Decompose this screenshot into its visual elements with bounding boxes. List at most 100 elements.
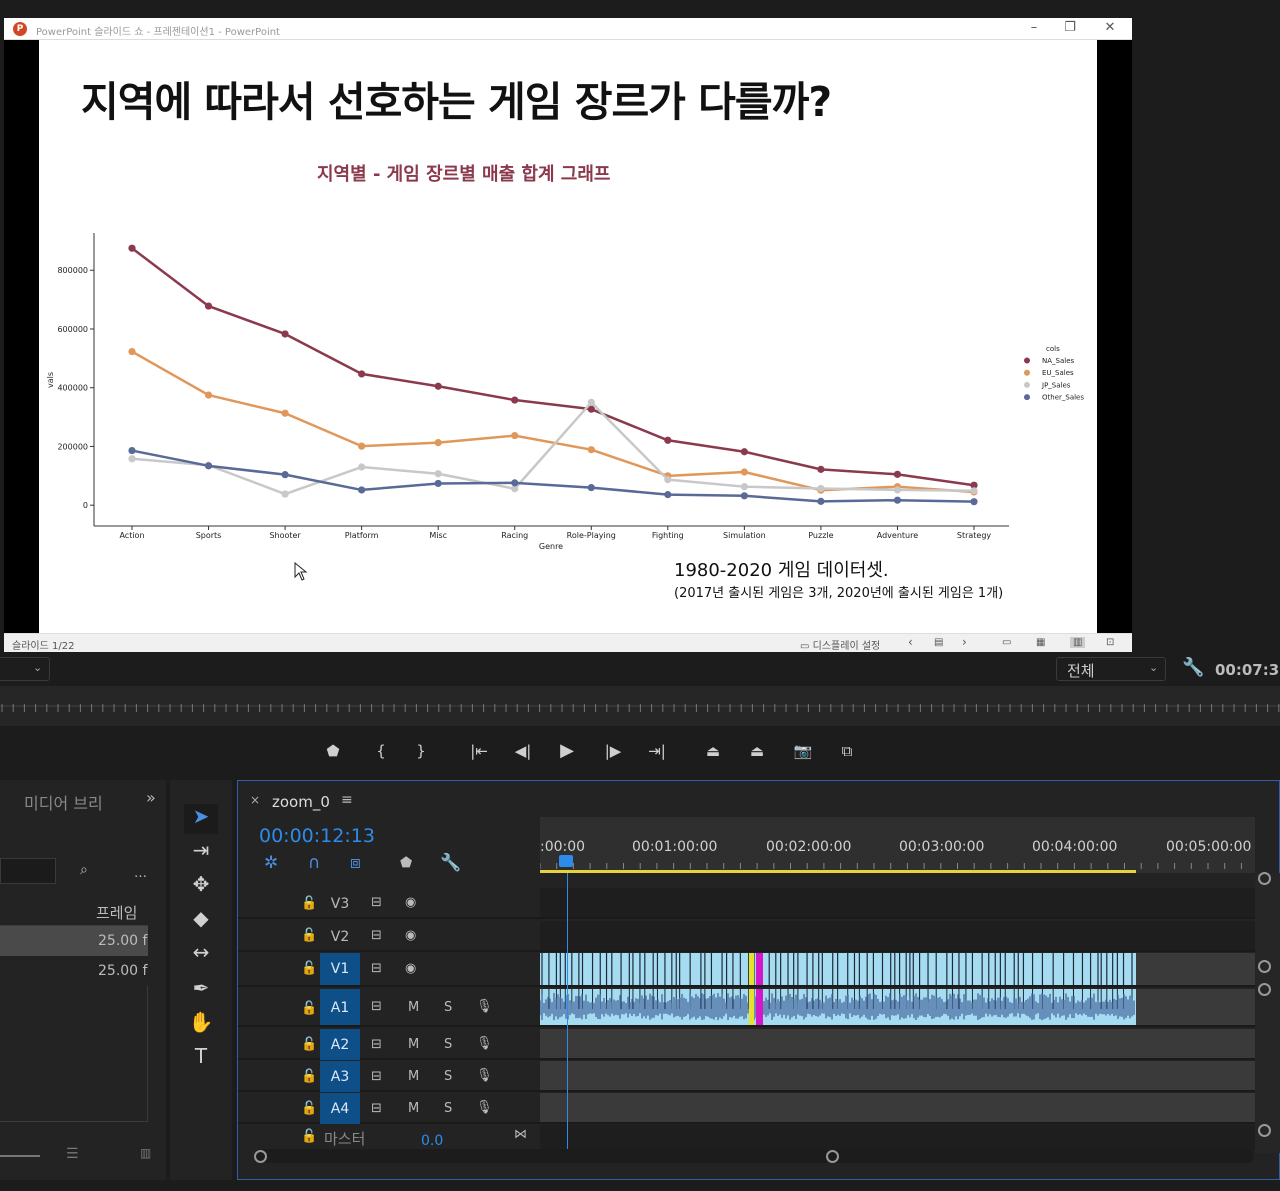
playhead-handle[interactable] xyxy=(559,855,573,867)
hand-tool-icon[interactable]: ✋ xyxy=(184,1010,218,1040)
more-icon[interactable]: … xyxy=(134,866,147,881)
zoom-slider[interactable] xyxy=(0,1155,40,1157)
track-label[interactable]: V2 xyxy=(320,921,360,952)
mark-in-icon[interactable]: { xyxy=(366,738,396,764)
solo-button[interactable]: S xyxy=(444,1037,452,1052)
mute-button[interactable]: M xyxy=(408,1069,419,1084)
mute-button[interactable]: M xyxy=(408,1000,419,1015)
go-to-end-icon[interactable]: ⋈ xyxy=(514,1127,527,1142)
sync-lock-icon[interactable]: ⊟ xyxy=(371,895,382,910)
microphone-icon[interactable]: 🎙 xyxy=(476,1068,493,1083)
mute-button[interactable]: M xyxy=(408,1101,419,1116)
lock-icon[interactable]: 🔓 xyxy=(301,1001,317,1016)
track-lane[interactable] xyxy=(540,989,1255,1025)
mute-button[interactable]: M xyxy=(408,1037,419,1052)
solo-button[interactable]: S xyxy=(444,1101,452,1116)
microphone-icon[interactable]: 🎙 xyxy=(476,999,493,1014)
sync-lock-icon[interactable]: ⊟ xyxy=(371,1101,382,1116)
slide-menu-icon[interactable]: ▤ xyxy=(934,637,943,648)
mark-out-icon[interactable]: } xyxy=(406,738,436,764)
zoom-handle-right[interactable] xyxy=(826,1150,839,1163)
solo-button[interactable]: S xyxy=(444,1069,452,1084)
track-lane[interactable] xyxy=(540,1093,1255,1122)
lift-icon[interactable]: ⏏ xyxy=(698,738,728,764)
timeline-timecode[interactable]: 00:00:12:13 xyxy=(259,825,375,847)
reading-view-icon[interactable]: ▥ xyxy=(1070,637,1086,648)
program-monitor-ruler[interactable] xyxy=(0,686,1280,726)
sequence-menu-icon[interactable]: ≡ xyxy=(341,792,353,808)
type-tool-icon[interactable]: T xyxy=(184,1044,218,1074)
lock-icon[interactable]: 🔓 xyxy=(301,1037,317,1052)
icon-view-icon[interactable]: ▥ xyxy=(140,1146,151,1160)
lock-icon[interactable]: 🔓 xyxy=(301,896,317,911)
microphone-icon[interactable]: 🎙 xyxy=(476,1036,493,1051)
ripple-edit-tool-icon[interactable]: ✥ xyxy=(184,872,218,902)
track-select-tool-icon[interactable]: ⇥ xyxy=(184,838,218,868)
slip-tool-icon[interactable]: ↔ xyxy=(184,940,218,970)
track-label[interactable]: V3 xyxy=(320,888,360,919)
sync-lock-icon[interactable]: ⊟ xyxy=(371,1037,382,1052)
lock-icon[interactable]: 🔓 xyxy=(301,1101,317,1116)
panel-overflow-icon[interactable]: » xyxy=(146,788,156,807)
scroll-handle[interactable] xyxy=(1258,983,1271,996)
audio-clip[interactable] xyxy=(540,989,1136,1025)
step-back-icon[interactable]: ◀| xyxy=(508,738,538,764)
track-lane[interactable] xyxy=(540,1029,1255,1058)
frame-rate-header[interactable]: 프레임 xyxy=(96,902,137,923)
display-settings-button[interactable]: ▭ 디스플레이 설정 xyxy=(800,637,880,652)
list-item[interactable]: 25.00 f xyxy=(0,926,148,956)
lock-icon[interactable]: 🔓 xyxy=(301,961,317,976)
sequence-tab[interactable]: zoom_0 xyxy=(272,793,330,811)
restore-icon[interactable]: ❐ xyxy=(1058,20,1082,35)
eye-icon[interactable]: ◉ xyxy=(405,928,416,943)
playhead-line[interactable] xyxy=(567,873,568,1149)
master-volume[interactable]: 0.0 xyxy=(421,1133,443,1149)
go-to-in-icon[interactable]: |⇤ xyxy=(464,738,494,764)
wrench-icon[interactable]: 🔧 xyxy=(1182,657,1204,678)
track-lane[interactable] xyxy=(540,1125,1255,1151)
sync-lock-icon[interactable]: ⊟ xyxy=(371,999,382,1014)
video-clip[interactable] xyxy=(540,953,1136,985)
pen-tool-icon[interactable]: ✒ xyxy=(184,976,218,1006)
eye-icon[interactable]: ◉ xyxy=(405,961,416,976)
next-slide-icon[interactable]: › xyxy=(962,635,967,649)
razor-tool-icon[interactable]: ◆ xyxy=(184,906,218,936)
track-lane[interactable] xyxy=(540,1061,1255,1090)
extract-icon[interactable]: ⏏ xyxy=(742,738,772,764)
list-view-icon[interactable]: ☰ xyxy=(66,1146,79,1162)
solo-button[interactable]: S xyxy=(444,1000,452,1015)
track-label[interactable]: V1 xyxy=(320,953,360,985)
sorter-view-icon[interactable]: ▦ xyxy=(1036,637,1045,648)
track-label[interactable]: A3 xyxy=(320,1061,360,1092)
work-area-bar[interactable] xyxy=(540,870,1136,873)
step-forward-icon[interactable]: |▶ xyxy=(598,738,628,764)
export-frame-icon[interactable]: 📷 xyxy=(788,738,818,764)
sync-lock-icon[interactable]: ⊟ xyxy=(371,928,382,943)
go-to-out-icon[interactable]: ⇥| xyxy=(642,738,672,764)
scroll-handle[interactable] xyxy=(1258,1124,1271,1137)
left-dropdown[interactable]: ⌄ xyxy=(0,657,50,681)
microphone-icon[interactable]: 🎙 xyxy=(476,1100,493,1115)
timeline-settings-icon[interactable]: 🔧 xyxy=(440,853,461,873)
play-icon[interactable]: ▶ xyxy=(552,738,582,764)
scroll-handle[interactable] xyxy=(1258,872,1271,885)
lock-icon[interactable]: 🔓 xyxy=(301,1069,317,1084)
track-lane[interactable] xyxy=(540,921,1255,950)
slideshow-view-icon[interactable]: ⊡ xyxy=(1106,637,1114,648)
prev-slide-icon[interactable]: ‹ xyxy=(908,635,913,649)
scroll-handle[interactable] xyxy=(1258,960,1271,973)
normal-view-icon[interactable]: ▭ xyxy=(1002,637,1011,648)
track-label[interactable]: A4 xyxy=(320,1093,360,1124)
lock-icon[interactable]: 🔓 xyxy=(301,1129,317,1144)
add-marker-icon[interactable]: ⬟ xyxy=(400,855,412,871)
horizontal-zoom-scrollbar[interactable] xyxy=(254,1149,1254,1163)
zoom-dropdown[interactable]: 전체 ⌄ xyxy=(1056,657,1166,681)
lock-icon[interactable]: 🔓 xyxy=(301,928,317,943)
track-lane[interactable] xyxy=(540,888,1255,917)
timeline-ruler[interactable]: :00:00 00:01:00:00 00:02:00:00 00:03:00:… xyxy=(540,817,1255,873)
track-lane[interactable] xyxy=(540,953,1255,985)
selection-tool-icon[interactable]: ➤ xyxy=(184,804,218,834)
linked-selection-icon[interactable]: ⧈ xyxy=(350,853,361,873)
eye-icon[interactable]: ◉ xyxy=(405,895,416,910)
comparison-view-icon[interactable]: ⧉ xyxy=(832,738,862,764)
